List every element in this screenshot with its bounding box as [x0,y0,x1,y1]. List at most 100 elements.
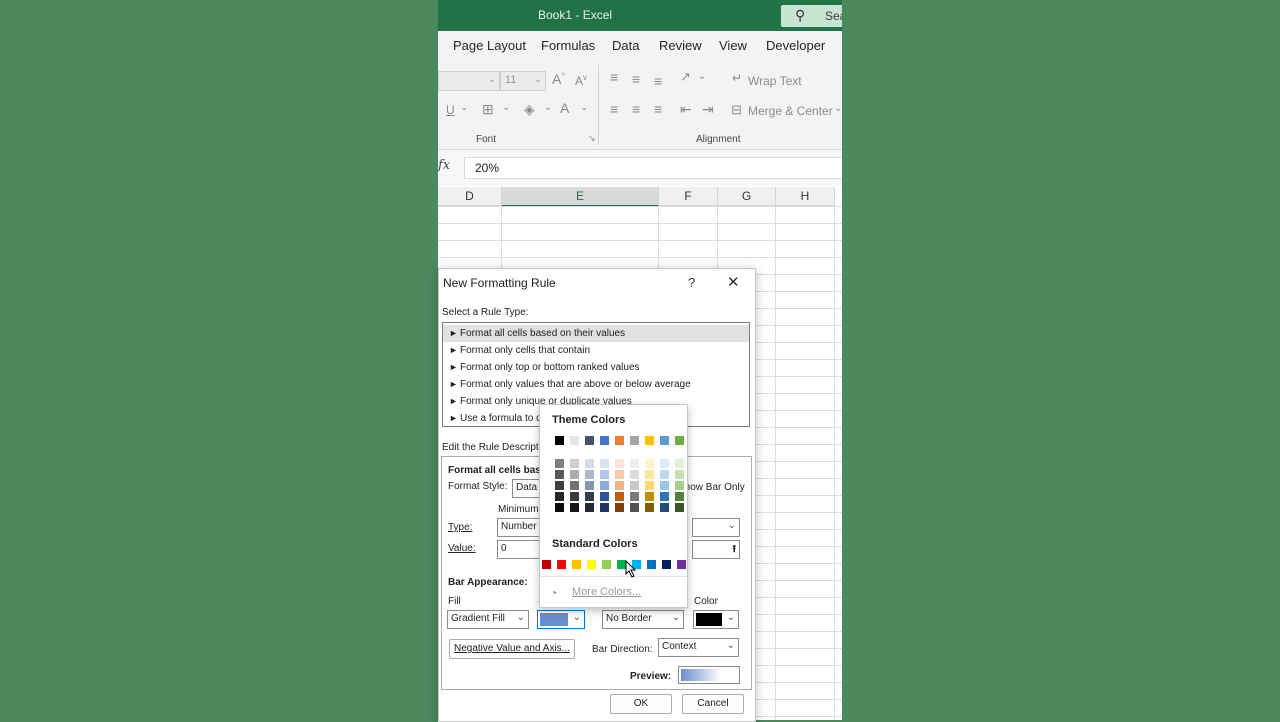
theme-shade-swatch[interactable] [630,492,639,501]
decrease-font-icon[interactable]: Av [575,73,587,88]
fill-color-dropdown-icon[interactable]: ⌄ [544,102,552,113]
theme-shade-swatch[interactable] [675,492,684,501]
theme-shade-swatch[interactable] [645,503,654,512]
theme-shade-swatch[interactable] [630,459,639,468]
merge-center-label[interactable]: Merge & Center [748,104,833,118]
tab-view[interactable]: View [719,38,747,53]
column-header-h[interactable]: H [776,187,835,206]
fx-icon[interactable]: fx [438,158,450,173]
theme-shade-swatch[interactable] [600,503,609,512]
theme-color-swatch[interactable] [600,436,609,445]
theme-shade-swatch[interactable] [585,481,594,490]
theme-color-swatch[interactable] [645,436,654,445]
theme-shade-swatch[interactable] [615,481,624,490]
theme-shade-swatch[interactable] [675,481,684,490]
theme-shade-swatch[interactable] [570,470,579,479]
borders-icon[interactable]: ⊞ [482,101,494,118]
theme-shade-swatch[interactable] [585,470,594,479]
rule-type-item[interactable]: ► Format only top or bottom ranked values [443,359,749,376]
theme-shade-swatch[interactable] [585,503,594,512]
theme-color-swatch[interactable] [615,436,624,445]
theme-shade-swatch[interactable] [555,503,564,512]
theme-shade-swatch[interactable] [570,492,579,501]
rule-type-item[interactable]: ► Format all cells based on their values [443,325,749,342]
increase-indent-icon[interactable]: ⇥ [702,101,714,118]
underline-dropdown-icon[interactable]: ⌄ [460,102,468,113]
theme-color-swatch[interactable] [630,436,639,445]
theme-shade-swatch[interactable] [600,470,609,479]
theme-shade-swatch[interactable] [660,481,669,490]
theme-shade-swatch[interactable] [555,470,564,479]
theme-shade-swatch[interactable] [600,459,609,468]
fill-color-dropdown[interactable]: ⌄ [537,610,585,629]
theme-shade-swatch[interactable] [555,492,564,501]
border-type-dropdown[interactable]: No Border ⌄ [602,610,684,629]
align-middle-icon[interactable]: ≡ [632,71,640,87]
theme-shade-swatch[interactable] [630,470,639,479]
fill-type-dropdown[interactable]: Gradient Fill ⌄ [447,610,529,629]
font-dialog-launcher-icon[interactable]: ↘ [588,133,596,144]
theme-color-swatch[interactable] [675,436,684,445]
theme-shade-swatch[interactable] [555,481,564,490]
theme-shade-swatch[interactable] [570,503,579,512]
theme-shade-swatch[interactable] [660,503,669,512]
orientation-icon[interactable]: ↗ [680,69,691,85]
theme-shade-swatch[interactable] [675,503,684,512]
wrap-text-label[interactable]: Wrap Text [748,74,802,88]
align-right-icon[interactable]: ≡ [654,101,662,117]
theme-shade-swatch[interactable] [600,481,609,490]
merge-center-icon[interactable]: ⊟ [731,102,742,118]
theme-shade-swatch[interactable] [645,481,654,490]
align-center-icon[interactable]: ≡ [632,101,640,117]
search-box[interactable]: ⚲ Sea [781,5,842,27]
theme-color-swatch[interactable] [570,436,579,445]
theme-shade-swatch[interactable] [645,470,654,479]
align-top-icon[interactable]: ≡ [610,69,618,85]
theme-shade-swatch[interactable] [615,470,624,479]
bar-direction-dropdown[interactable]: Context ⌄ [658,638,739,657]
close-icon[interactable]: ✕ [727,273,740,291]
theme-shade-swatch[interactable] [585,459,594,468]
theme-shade-swatch[interactable] [660,459,669,468]
show-bar-only-checkbox[interactable]: Show Bar Only [678,482,745,493]
range-select-icon[interactable]: ⭱ [733,542,737,559]
theme-shade-swatch[interactable] [660,492,669,501]
tab-formulas[interactable]: Formulas [541,38,595,53]
theme-shade-swatch[interactable] [585,492,594,501]
theme-color-swatch[interactable] [555,436,564,445]
theme-shade-swatch[interactable] [615,503,624,512]
standard-color-swatch[interactable] [557,560,566,569]
cancel-button[interactable]: Cancel [682,694,744,714]
maximum-type-dropdown[interactable]: ⌄ [692,518,740,537]
standard-color-swatch[interactable] [572,560,581,569]
fill-color-icon[interactable]: ◈ [524,101,535,118]
standard-color-swatch[interactable] [677,560,686,569]
wrap-text-icon[interactable]: ↵ [732,71,742,85]
tab-review[interactable]: Review [659,38,702,53]
negative-value-axis-button[interactable]: Negative Value and Axis... [449,639,575,659]
column-header-d[interactable]: D [438,187,502,206]
align-left-icon[interactable]: ≡ [610,101,618,117]
standard-color-swatch[interactable] [662,560,671,569]
decrease-indent-icon[interactable]: ⇤ [680,101,692,118]
theme-shade-swatch[interactable] [555,459,564,468]
help-button[interactable]: ? [688,275,695,290]
underline-icon[interactable]: U [446,103,455,117]
tab-page-layout[interactable]: Page Layout [453,38,526,53]
ok-button[interactable]: OK [610,694,672,714]
theme-shade-swatch[interactable] [615,492,624,501]
align-bottom-icon[interactable]: ≡ [654,73,662,89]
theme-shade-swatch[interactable] [630,503,639,512]
merge-dropdown-icon[interactable]: ⌄ [834,103,842,114]
border-color-dropdown[interactable]: ⌄ [693,610,739,629]
theme-shade-swatch[interactable] [660,470,669,479]
theme-shade-swatch[interactable] [570,459,579,468]
rule-type-item[interactable]: ► Format only values that are above or be… [443,376,749,393]
standard-color-swatch[interactable] [602,560,611,569]
font-color-dropdown-icon[interactable]: ⌄ [580,102,588,113]
formula-input[interactable]: 20% [464,157,842,179]
orientation-dropdown-icon[interactable]: ⌄ [698,71,706,82]
theme-shade-swatch[interactable] [615,459,624,468]
theme-shade-swatch[interactable] [645,492,654,501]
standard-color-swatch[interactable] [647,560,656,569]
